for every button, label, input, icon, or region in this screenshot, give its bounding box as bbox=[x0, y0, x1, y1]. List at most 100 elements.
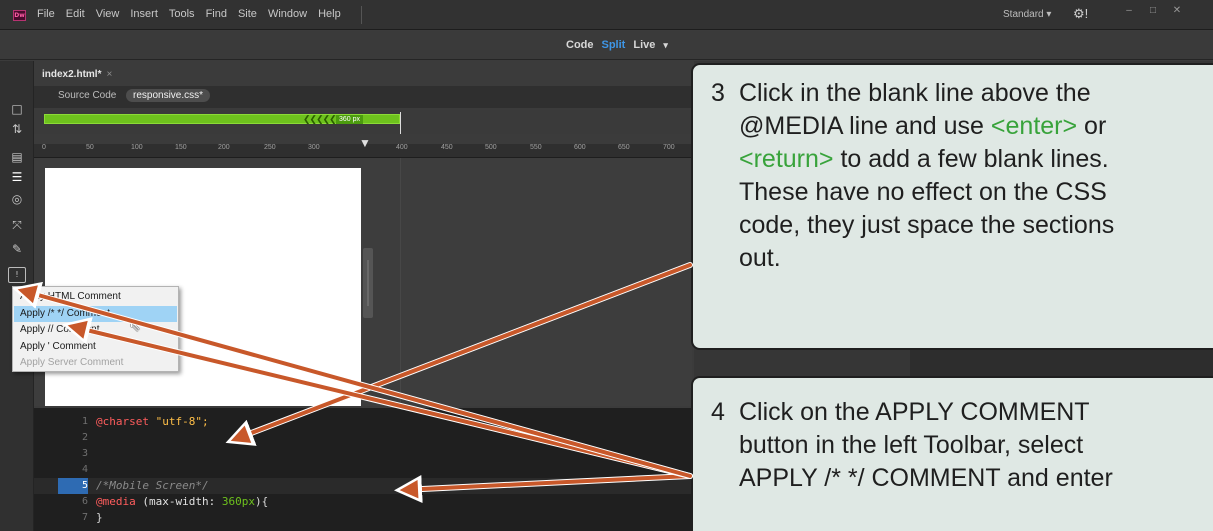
ruler-tick-label: 400 bbox=[396, 144, 408, 151]
code-line[interactable]: 5 /*Mobile Screen*/ bbox=[34, 478, 694, 494]
code-line[interactable]: 1 @charset "utf-8"; bbox=[34, 414, 694, 430]
resize-handle[interactable] bbox=[363, 248, 373, 318]
step-line: APPLY /* */ COMMENT and enter bbox=[739, 464, 1113, 492]
step-line: or bbox=[1077, 112, 1107, 140]
code-token: } bbox=[96, 511, 103, 524]
target-icon[interactable]: ◎ bbox=[8, 191, 26, 207]
mouse-cursor-icon: ⇖ bbox=[129, 318, 141, 334]
ruler-tick-label: 700 bbox=[663, 144, 675, 151]
workspace-switcher[interactable]: Standard ▾ bbox=[1003, 9, 1051, 20]
step-line: code, they just space the sections bbox=[739, 211, 1115, 239]
format-icon[interactable]: ✎ bbox=[8, 241, 26, 257]
step-line: button in the left Toolbar, select bbox=[739, 431, 1084, 459]
menu-item-insert[interactable]: Insert bbox=[130, 8, 158, 20]
code-text: } bbox=[96, 510, 103, 526]
menu-item-site[interactable]: Site bbox=[238, 8, 257, 20]
callout-step-4: 4 Click on the APPLY COMMENT button in t… bbox=[691, 376, 1213, 531]
step-text: Click in the blank line above the @MEDIA… bbox=[739, 77, 1213, 275]
line-number: 6 bbox=[81, 496, 88, 507]
code-line[interactable]: 6 @media (max-width: 360px){ bbox=[34, 494, 694, 510]
related-file-responsive-css[interactable]: responsive.css* bbox=[126, 89, 211, 102]
code-token: 360px bbox=[221, 495, 255, 508]
tab-label: index2.html* bbox=[42, 69, 102, 80]
step-number: 4 bbox=[711, 398, 725, 426]
snippet-icon[interactable]: ▤ bbox=[8, 149, 26, 165]
context-menu-item[interactable]: Apply // Comment bbox=[14, 322, 177, 338]
return-key-label: <return> bbox=[739, 145, 834, 173]
document-tabs: index2.html* × bbox=[34, 66, 694, 84]
maximize-button[interactable]: □ bbox=[1142, 3, 1164, 19]
menu-bar: Dw File Edit View Insert Tools Find Site Window… bbox=[0, 0, 1213, 30]
step-line: Click in the blank line above the bbox=[739, 79, 1091, 107]
view-bar: Code Split Live ▾ bbox=[0, 31, 1213, 60]
code-line[interactable]: 2 bbox=[34, 430, 694, 446]
ruler-tick-label: 0 bbox=[42, 144, 46, 151]
ruler-tick-label: 100 bbox=[131, 144, 143, 151]
close-window-button[interactable]: ✕ bbox=[1166, 3, 1188, 19]
split-view-button[interactable]: Split bbox=[602, 39, 626, 51]
ruler-marker-icon[interactable]: ▼ bbox=[359, 136, 371, 150]
sort-icon[interactable]: ⇅ bbox=[8, 121, 26, 137]
ruler-tick-label: 600 bbox=[574, 144, 586, 151]
menu-separator bbox=[361, 6, 362, 24]
step-line: out. bbox=[739, 244, 781, 272]
code-token: (max-width: bbox=[142, 495, 222, 508]
menu-item-help[interactable]: Help bbox=[318, 8, 341, 20]
menu-item-view[interactable]: View bbox=[96, 8, 120, 20]
ruler-tick-label: 550 bbox=[530, 144, 542, 151]
window-controls: – □ ✕ bbox=[1118, 3, 1188, 19]
code-token: ){ bbox=[254, 495, 269, 508]
dreamweaver-window: Dw File Edit View Insert Tools Find Site Window… bbox=[0, 0, 1213, 531]
callout-step-3: 3 Click in the blank line above the @MED… bbox=[691, 63, 1213, 350]
code-text: @charset "utf-8"; bbox=[96, 414, 209, 430]
code-view[interactable]: 1 @charset "utf-8"; 2 3 4 5 /*Mobile Screen*/ 6… bbox=[34, 408, 694, 531]
gear-icon[interactable]: ⚙! bbox=[1073, 6, 1088, 22]
related-files-bar: Source Code responsive.css* bbox=[34, 86, 694, 108]
line-number: 3 bbox=[81, 448, 88, 459]
code-token: "utf-8"; bbox=[155, 415, 209, 428]
line-number: 5 bbox=[58, 478, 88, 494]
minimize-button[interactable]: – bbox=[1118, 3, 1140, 19]
context-menu-item[interactable]: Apply /* */ Comment bbox=[14, 305, 177, 322]
comment-icon[interactable]: ! bbox=[8, 267, 26, 283]
live-view-button[interactable]: Live bbox=[633, 39, 655, 51]
menu-items: File Edit View Insert Tools Find Site Window Hel… bbox=[37, 8, 341, 20]
media-query-bar: ❮❮❮❮❮ 360 px bbox=[34, 110, 694, 134]
menu-item-edit[interactable]: Edit bbox=[66, 8, 85, 20]
indent-icon[interactable]: ☰ bbox=[8, 169, 26, 185]
menu-item-file[interactable]: File bbox=[37, 8, 55, 20]
code-view-button[interactable]: Code bbox=[566, 39, 594, 51]
ruler: ▼ 0 50 100 150 200 250 300 400 450 500 550 600 650 70… bbox=[34, 136, 694, 158]
context-menu-item[interactable]: Apply HTML Comment bbox=[14, 289, 177, 305]
ruler-tick-label: 50 bbox=[86, 144, 94, 151]
tab-index2[interactable]: index2.html* × bbox=[42, 67, 120, 84]
media-query-marker-line bbox=[400, 112, 401, 134]
ruler-tick-label: 200 bbox=[218, 144, 230, 151]
ruler-tick-label: 150 bbox=[175, 144, 187, 151]
step-line: These have no effect on the CSS bbox=[739, 178, 1107, 206]
line-number: 2 bbox=[81, 432, 88, 443]
close-icon[interactable]: × bbox=[106, 69, 112, 80]
step-number: 3 bbox=[711, 79, 725, 107]
code-token: @charset bbox=[96, 415, 156, 428]
related-file-source-code[interactable]: Source Code bbox=[58, 90, 116, 101]
media-query-label: 360 px bbox=[336, 115, 364, 124]
line-number: 7 bbox=[81, 512, 88, 523]
media-query-arrows: ❮❮❮❮❮ bbox=[303, 114, 337, 124]
code-line[interactable]: 7} bbox=[34, 510, 694, 526]
document-icon[interactable]: □ bbox=[8, 101, 26, 117]
ruler-tick-label: 500 bbox=[485, 144, 497, 151]
expand-icon[interactable]: ⤧ bbox=[8, 217, 26, 233]
step-line: Click on the APPLY COMMENT bbox=[739, 398, 1090, 426]
chevron-down-icon[interactable]: ▾ bbox=[663, 40, 668, 51]
step-text: Click on the APPLY COMMENT button in the… bbox=[739, 396, 1213, 495]
media-query-range[interactable]: ❮❮❮❮❮ 360 px bbox=[44, 114, 400, 124]
menu-item-window[interactable]: Window bbox=[268, 8, 307, 20]
comment-context-menu: Apply HTML Comment Apply /* */ Comment App… bbox=[12, 286, 179, 372]
context-menu-item[interactable]: Apply ' Comment bbox=[14, 339, 177, 355]
code-line[interactable]: 4 bbox=[34, 462, 694, 478]
menu-item-find[interactable]: Find bbox=[206, 8, 227, 20]
step-line: to add a few blank lines. bbox=[833, 145, 1109, 173]
menu-item-tools[interactable]: Tools bbox=[169, 8, 195, 20]
code-line[interactable]: 3 bbox=[34, 446, 694, 462]
